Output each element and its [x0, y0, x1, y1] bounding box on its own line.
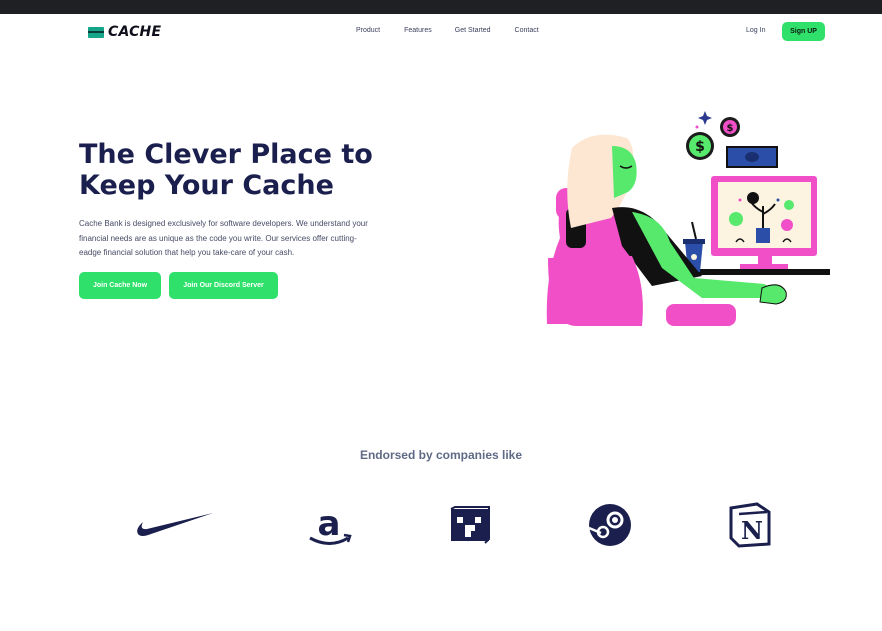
browser-top-bar [0, 0, 882, 14]
hero-title: The Clever Place to Keep Your Cache [79, 139, 373, 201]
join-discord-button[interactable]: Join Our Discord Server [169, 272, 278, 299]
login-link[interactable]: Log In [746, 27, 765, 34]
join-cache-button[interactable]: Join Cache Now [79, 272, 161, 299]
svg-text:a: a [318, 505, 341, 544]
steam-logo-icon [587, 502, 633, 548]
endorsed-heading: Endorsed by companies like [359, 448, 523, 462]
signup-button[interactable]: Sign UP [782, 22, 825, 41]
minecraft-logo-icon [447, 505, 493, 545]
nav-link-product[interactable]: Product [356, 27, 380, 34]
card-icon [88, 26, 104, 38]
nike-logo-icon [135, 510, 215, 540]
nav-links: Product Features Get Started Contact [356, 27, 539, 34]
svg-text:$: $ [695, 139, 705, 155]
svg-text:$: $ [727, 123, 734, 134]
navbar: CACHE Product Features Get Started Conta… [0, 14, 882, 50]
nav-link-contact[interactable]: Contact [515, 27, 539, 34]
amazon-logo-icon: a [308, 505, 352, 547]
logo-text: CACHE [108, 24, 162, 40]
hero-illustration: $ $ [540, 108, 835, 335]
svg-text:N: N [741, 516, 763, 545]
nav-link-get-started[interactable]: Get Started [455, 27, 491, 34]
hero-description: Cache Bank is designed exclusively for s… [79, 219, 368, 257]
notion-logo-icon: N [727, 502, 773, 548]
nav-link-features[interactable]: Features [404, 27, 432, 34]
logo[interactable]: CACHE [88, 24, 161, 40]
